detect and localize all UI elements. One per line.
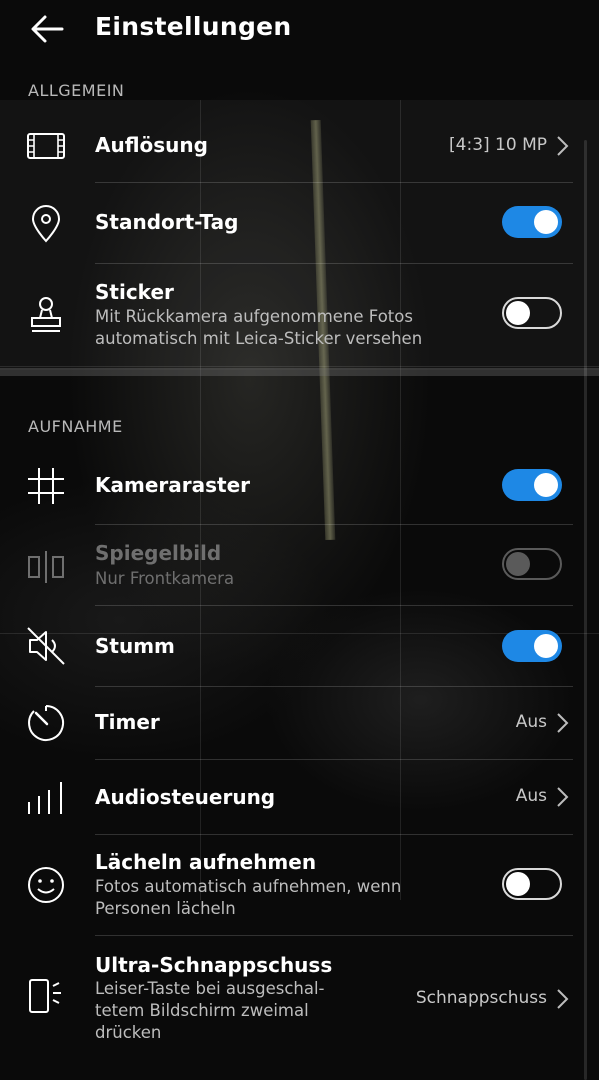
toggle-knob — [534, 634, 558, 658]
smiley-icon — [24, 863, 68, 907]
setting-label: Stumm — [95, 634, 175, 658]
setting-label: Lächeln aufnehmen — [95, 850, 317, 874]
setting-label: Ultra-Schnappschuss — [95, 953, 333, 977]
toggle-knob — [506, 301, 530, 325]
mute-toggle[interactable] — [502, 630, 562, 662]
setting-smile-capture[interactable]: Lächeln aufnehmen Fotos automatisch aufn… — [0, 835, 599, 935]
section-header-general: ALLGEMEIN — [28, 81, 125, 100]
setting-location-tag[interactable]: Standort-Tag — [0, 183, 599, 263]
location-tag-toggle[interactable] — [502, 206, 562, 238]
setting-description: Nur Frontkamera — [95, 569, 235, 588]
setting-label: Timer — [95, 710, 160, 734]
setting-description: Fotos automatisch aufnehmen, wenn Person… — [95, 877, 402, 918]
mirror-icon — [24, 545, 68, 589]
toggle-knob — [506, 552, 530, 576]
setting-camera-grid[interactable]: Kameraraster — [0, 444, 599, 524]
setting-value: Aus — [515, 786, 547, 806]
setting-resolution[interactable]: Auflösung [4:3] 10 MP — [0, 110, 599, 182]
setting-label: Auflösung — [95, 133, 208, 157]
grid-icon — [24, 464, 68, 508]
page-title: Einstellungen — [95, 12, 292, 41]
setting-value: Aus — [515, 712, 547, 732]
camera-grid-toggle[interactable] — [502, 469, 562, 501]
section-header-capture: AUFNAHME — [28, 417, 123, 436]
back-button[interactable] — [28, 10, 68, 48]
setting-mute[interactable]: Stumm — [0, 606, 599, 686]
setting-label: Standort-Tag — [95, 210, 239, 234]
speaker-muted-icon — [24, 624, 68, 668]
setting-label: Sticker — [95, 280, 174, 304]
toggle-knob — [506, 872, 530, 896]
smile-capture-toggle[interactable] — [502, 868, 562, 900]
scrollbar[interactable] — [584, 140, 587, 1080]
resolution-icon — [24, 124, 68, 168]
location-pin-icon — [24, 201, 68, 245]
chevron-right-icon — [557, 713, 569, 733]
setting-mirror: Spiegelbild Nur Frontkamera — [0, 525, 599, 605]
setting-audio-control[interactable]: Audiosteuerung Aus — [0, 760, 599, 834]
chevron-right-icon — [557, 787, 569, 807]
arrow-left-icon — [31, 15, 64, 43]
mirror-toggle — [502, 548, 562, 580]
sticker-toggle[interactable] — [502, 297, 562, 329]
toggle-knob — [534, 210, 558, 234]
setting-sticker[interactable]: Sticker Mit Rückkamera aufgenommene Foto… — [0, 264, 599, 364]
phone-flash-icon — [24, 974, 68, 1018]
toggle-knob — [534, 473, 558, 497]
chevron-right-icon — [557, 989, 569, 1009]
chevron-right-icon — [557, 136, 569, 156]
setting-label: Spiegelbild — [95, 541, 222, 565]
setting-label: Audiosteuerung — [95, 785, 276, 809]
setting-value: Schnappschuss — [415, 988, 547, 1008]
setting-ultra-snapshot[interactable]: Ultra-Schnappschuss Leiser-Taste bei aus… — [0, 936, 599, 1056]
setting-description: Mit Rückkamera aufgenommene Fotos automa… — [95, 307, 423, 348]
preview-grid-line — [0, 366, 599, 367]
stamp-icon — [24, 292, 68, 336]
preview-highlight-band — [0, 368, 599, 376]
setting-value: [4:3] 10 MP — [449, 135, 547, 155]
timer-icon — [24, 701, 68, 745]
setting-timer[interactable]: Timer Aus — [0, 687, 599, 759]
top-bar: Einstellungen — [0, 0, 599, 60]
setting-description: Leiser-Taste bei ausgeschal- tetem Bilds… — [95, 979, 325, 1042]
audio-bars-icon — [24, 776, 68, 820]
setting-label: Kameraraster — [95, 473, 251, 497]
